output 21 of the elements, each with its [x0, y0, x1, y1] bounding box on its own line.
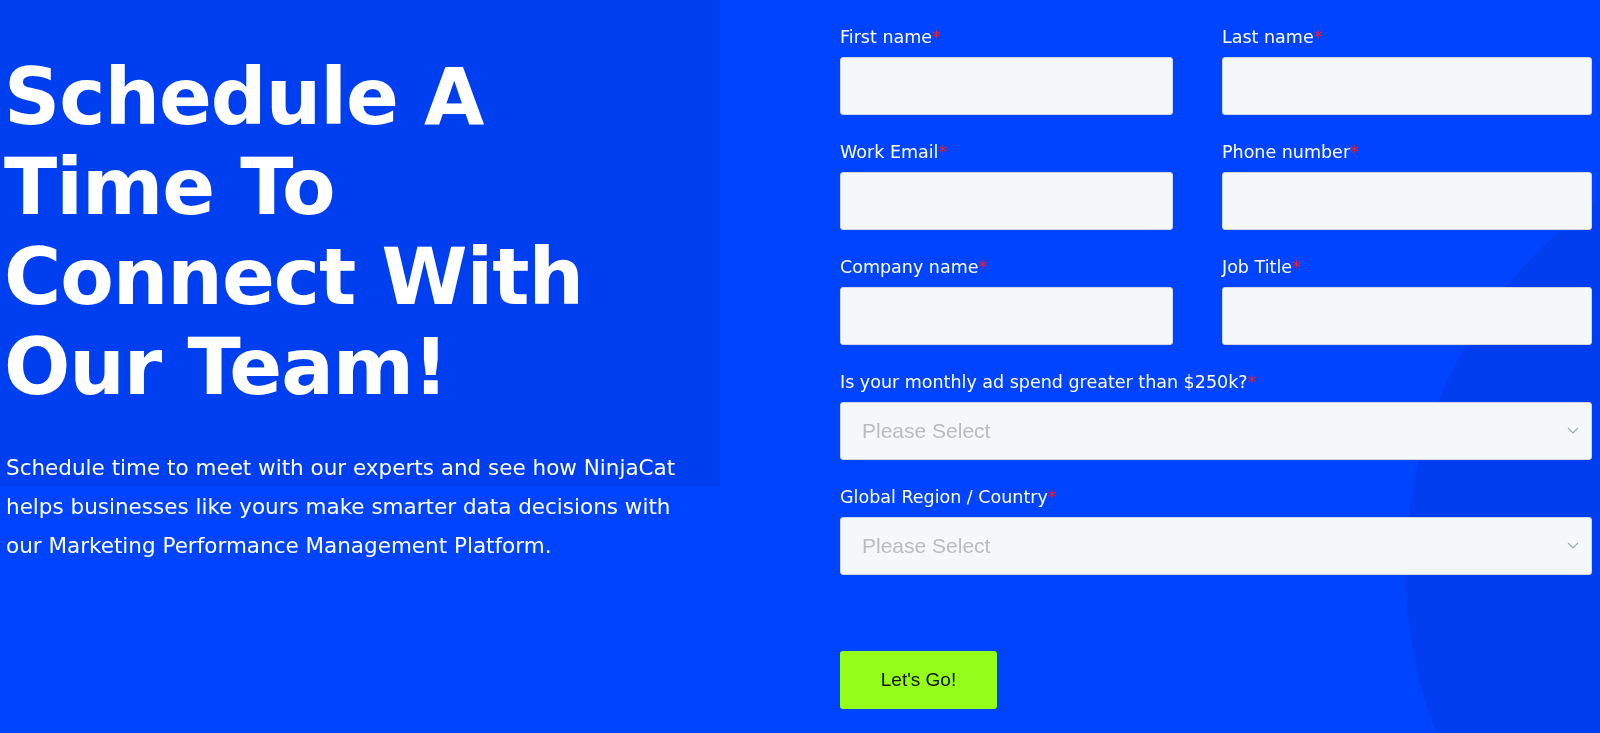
field-label: Phone number* — [1222, 141, 1359, 164]
input-field[interactable] — [840, 287, 1173, 345]
field-label: Global Region / Country* — [840, 486, 1057, 509]
submit-button[interactable]: Let's Go! — [840, 651, 997, 709]
input-field[interactable] — [840, 172, 1173, 230]
input-field[interactable] — [1222, 172, 1592, 230]
select-field[interactable]: Please Select — [840, 517, 1592, 575]
chevron-down-icon — [1567, 427, 1579, 435]
heading: Schedule A Time To Connect With Our Team! — [4, 52, 585, 412]
input-field[interactable] — [1222, 287, 1592, 345]
select-field[interactable]: Please Select — [840, 402, 1592, 460]
input-field[interactable] — [1222, 57, 1592, 115]
field-label: Is your monthly ad spend greater than $250k?* — [840, 371, 1257, 394]
input-field[interactable] — [840, 57, 1173, 115]
chevron-down-icon — [1567, 542, 1579, 550]
field-label: First name* — [840, 26, 941, 49]
description: Schedule time to meet with our experts and see how NinjaCat helps businesses like yours make smarter data decisions with our Marketing Performance Management Platform. — [6, 454, 677, 560]
field-label: Last name* — [1222, 26, 1323, 49]
field-label: Job Title* — [1222, 256, 1301, 279]
field-label: Work Email* — [840, 141, 948, 164]
field-label: Company name* — [840, 256, 988, 279]
